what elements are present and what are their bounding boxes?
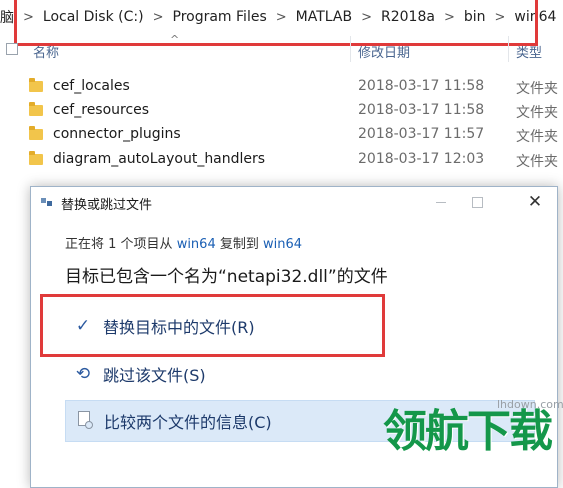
list-item[interactable]: diagram_autoLayout_handlers 2018-03-17 1… bbox=[0, 149, 563, 173]
item-date: 2018-03-17 12:03 bbox=[358, 151, 485, 167]
column-date[interactable]: 修改日期 bbox=[358, 42, 410, 61]
source-folder-link[interactable]: win64 bbox=[177, 237, 216, 252]
close-button[interactable]: ✕ bbox=[517, 187, 553, 217]
breadcrumb-matlab[interactable]: MATLAB bbox=[296, 9, 352, 25]
conflict-headline: 目标已包含一个名为“netapi32.dll”的文件 bbox=[65, 267, 388, 287]
watermark-logo-text: 领航下载 bbox=[383, 406, 553, 457]
folder-icon bbox=[29, 151, 43, 165]
minimize-icon bbox=[436, 201, 446, 203]
folder-icon bbox=[29, 78, 43, 92]
column-type[interactable]: 类型 bbox=[516, 42, 542, 61]
item-name: connector_plugins bbox=[53, 126, 181, 142]
breadcrumb-separator-icon[interactable]: > bbox=[153, 10, 164, 25]
item-date: 2018-03-17 11:57 bbox=[358, 126, 485, 142]
compare-option-label: 比较两个文件的信息(C) bbox=[104, 413, 272, 432]
breadcrumb-separator-icon[interactable]: > bbox=[276, 10, 287, 25]
replace-file-option[interactable]: ✓ 替换目标中的文件(R) bbox=[65, 305, 535, 347]
column-divider[interactable] bbox=[350, 36, 351, 62]
breadcrumb-separator-icon[interactable]: > bbox=[23, 10, 34, 25]
copy-progress-text: 正在将 1 个项目从 win64 复制到 win64 bbox=[65, 233, 302, 252]
compare-doc-icon bbox=[72, 411, 96, 431]
replace-option-label: 替换目标中的文件(R) bbox=[103, 318, 255, 337]
item-date: 2018-03-17 11:58 bbox=[358, 102, 485, 118]
destination-folder-link[interactable]: win64 bbox=[263, 237, 302, 252]
list-item[interactable]: cef_locales 2018-03-17 11:58 文件夹 bbox=[0, 76, 563, 100]
breadcrumb-separator-icon[interactable]: > bbox=[444, 10, 455, 25]
maximize-icon bbox=[471, 196, 483, 208]
item-type: 文件夹 bbox=[516, 129, 558, 145]
skip-file-option[interactable]: ⟲ 跳过该文件(S) bbox=[65, 353, 535, 395]
progress-middle: 复制到 bbox=[219, 237, 259, 252]
column-header: ^ 名称 修改日期 类型 bbox=[0, 33, 563, 64]
item-type: 文件夹 bbox=[516, 105, 558, 121]
copy-dialog-icon bbox=[41, 198, 52, 206]
breadcrumb-separator-icon[interactable]: > bbox=[361, 10, 372, 25]
list-item[interactable]: connector_plugins 2018-03-17 11:57 文件夹 bbox=[0, 124, 563, 148]
item-type: 文件夹 bbox=[516, 81, 558, 97]
breadcrumb-local-disk[interactable]: Local Disk (C:) bbox=[43, 9, 144, 25]
item-name: cef_locales bbox=[53, 78, 130, 94]
progress-prefix: 正在将 1 个项目从 bbox=[65, 237, 173, 252]
breadcrumb-program-files[interactable]: Program Files bbox=[173, 9, 267, 25]
list-item[interactable]: cef_resources 2018-03-17 11:58 文件夹 bbox=[0, 100, 563, 124]
address-bar[interactable]: 脑 > Local Disk (C:) > Program Files > MA… bbox=[0, 0, 563, 34]
breadcrumb-bin[interactable]: bin bbox=[464, 9, 486, 25]
maximize-button[interactable] bbox=[459, 187, 495, 217]
select-all-checkbox[interactable] bbox=[6, 43, 18, 55]
column-name[interactable]: 名称 bbox=[33, 42, 59, 61]
breadcrumb-r2018a[interactable]: R2018a bbox=[381, 9, 435, 25]
column-divider[interactable] bbox=[508, 36, 509, 62]
breadcrumb-this-pc[interactable]: 脑 bbox=[0, 7, 14, 27]
minimize-button[interactable] bbox=[423, 187, 459, 217]
dialog-titlebar[interactable]: 替换或跳过文件 ✕ bbox=[31, 187, 557, 217]
item-name: cef_resources bbox=[53, 102, 150, 118]
folder-icon bbox=[29, 102, 43, 116]
sort-caret-icon: ^ bbox=[170, 33, 180, 46]
skip-option-label: 跳过该文件(S) bbox=[103, 366, 206, 385]
breadcrumb-separator-icon[interactable]: > bbox=[495, 10, 506, 25]
item-name: diagram_autoLayout_handlers bbox=[53, 151, 266, 167]
checkmark-icon: ✓ bbox=[75, 316, 91, 336]
breadcrumb-win64[interactable]: win64 bbox=[514, 9, 556, 25]
item-date: 2018-03-17 11:58 bbox=[358, 78, 485, 94]
skip-arrow-icon: ⟲ bbox=[75, 364, 91, 384]
dialog-title: 替换或跳过文件 bbox=[61, 198, 153, 213]
folder-icon bbox=[29, 126, 43, 140]
item-type: 文件夹 bbox=[516, 154, 558, 170]
